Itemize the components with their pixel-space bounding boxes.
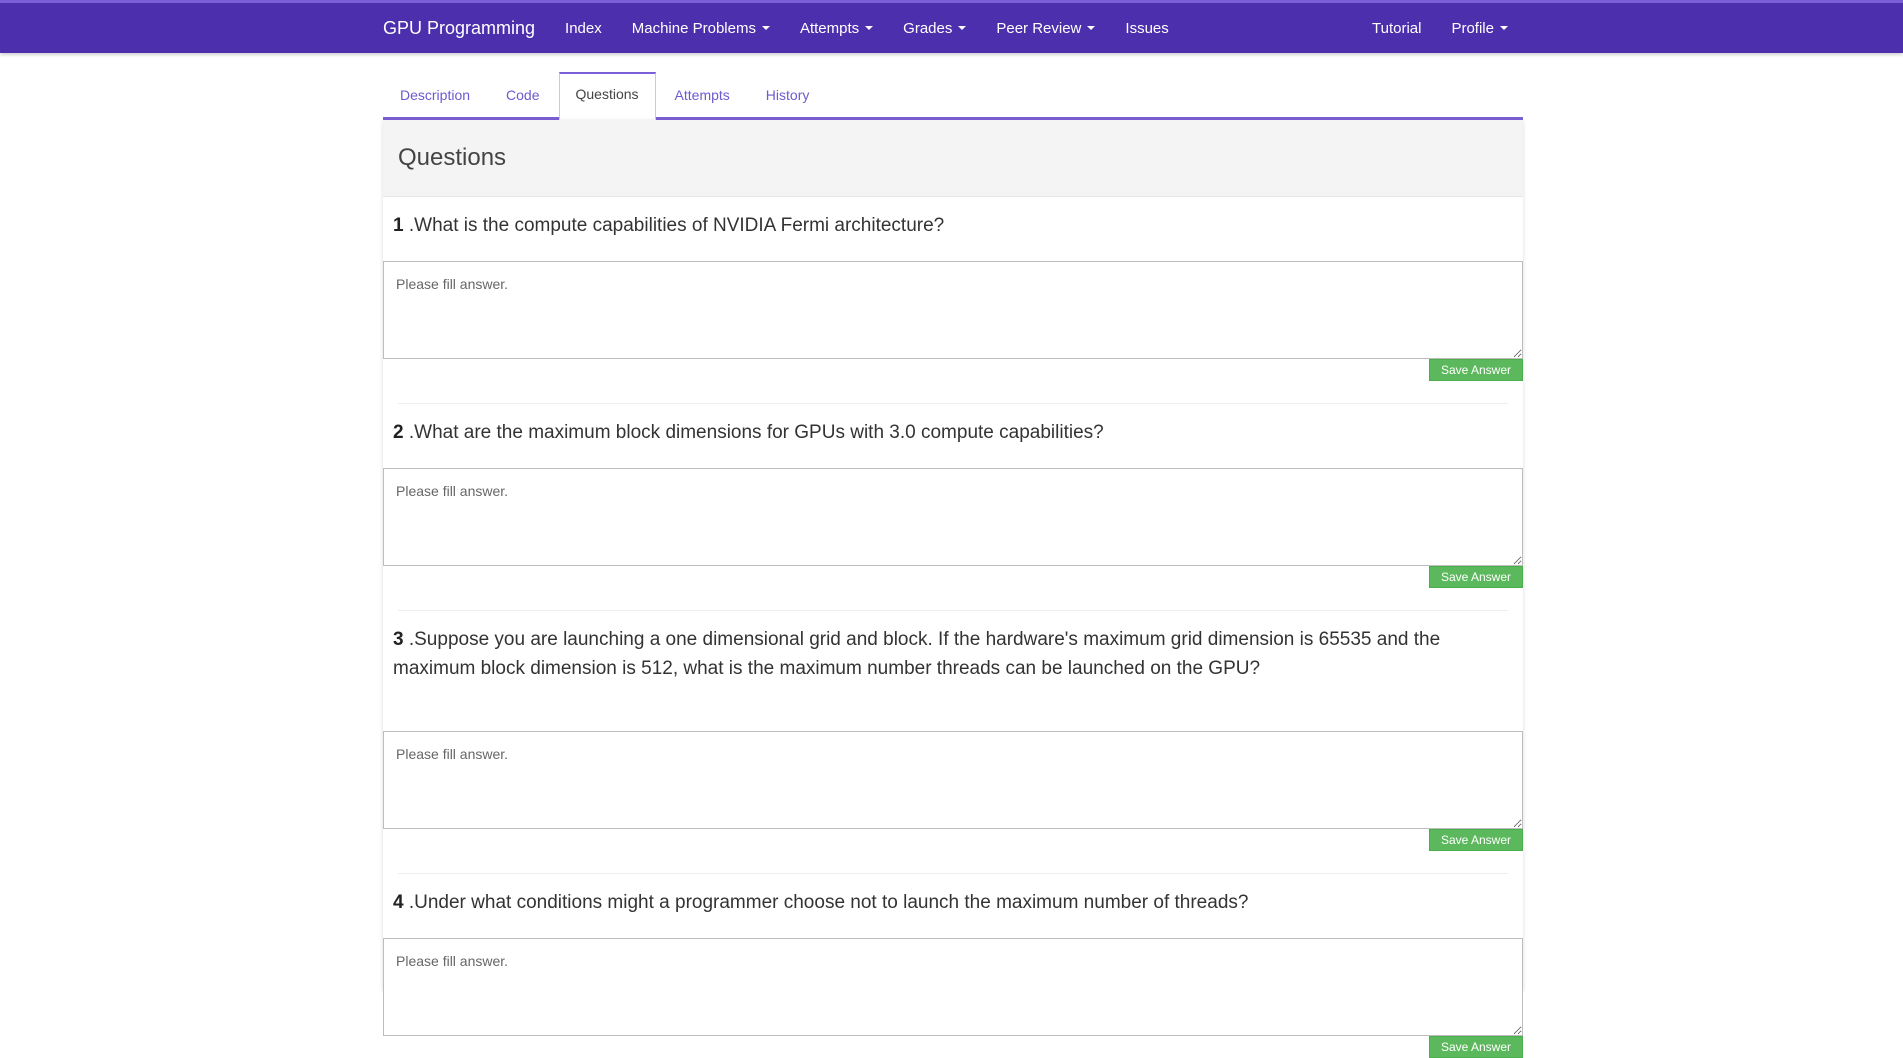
question-number: 1 [393,215,404,236]
nav-issues-label: Issues [1125,19,1169,37]
questions-panel: Questions 1 .What is the compute capabil… [383,120,1523,1058]
panel-title: Questions [398,144,507,171]
tab-history[interactable]: History [749,74,827,117]
question-3: 3 .Suppose you are launching a one dimen… [383,611,1523,874]
question-body: .What are the maximum block dimensions f… [403,422,1104,443]
caret-down-icon [1500,26,1508,30]
tab-attempts[interactable]: Attempts [658,74,747,117]
answer-textarea-1[interactable] [383,261,1523,359]
save-answer-button-3[interactable]: Save Answer [1428,829,1523,851]
question-4: 4 .Under what conditions might a program… [383,874,1523,1058]
question-2: 2 .What are the maximum block dimensions… [383,404,1523,611]
question-number: 2 [393,422,404,443]
nav-index-label: Index [565,19,602,37]
nav-profile[interactable]: Profile [1436,3,1523,53]
question-body: .What is the compute capabilities of NVI… [403,215,945,236]
save-row: Save Answer [383,1036,1523,1058]
brand-link[interactable]: GPU Programming [383,18,535,39]
nav-attempts-label: Attempts [799,19,860,37]
panel-heading: Questions [383,120,1523,197]
save-answer-button-4[interactable]: Save Answer [1428,1036,1523,1058]
save-answer-button-1[interactable]: Save Answer [1428,359,1523,381]
question-body: .Under what conditions might a programme… [403,892,1249,913]
tab-bar: Description Code Questions Attempts Hist… [383,72,1523,120]
question-text: 1 .What is the compute capabilities of N… [383,197,1483,261]
navbar-inner: GPU Programming Index Machine Problems A… [383,3,1523,53]
nav-grades[interactable]: Grades [888,3,981,53]
caret-down-icon [958,26,967,30]
caret-down-icon [761,26,770,30]
answer-textarea-2[interactable] [383,468,1523,566]
question-number: 4 [393,892,404,913]
tab-description[interactable]: Description [383,74,487,117]
answer-textarea-3[interactable] [383,731,1523,829]
question-1: 1 .What is the compute capabilities of N… [383,197,1523,404]
nav-peer-review[interactable]: Peer Review [981,3,1110,53]
caret-down-icon [1087,26,1096,30]
nav-attempts[interactable]: Attempts [785,3,888,53]
nav-index[interactable]: Index [550,3,617,53]
answer-textarea-4[interactable] [383,938,1523,1036]
nav-issues[interactable]: Issues [1110,3,1183,53]
question-body: .Suppose you are launching a one dimensi… [393,629,1441,679]
save-row: Save Answer [383,566,1523,588]
question-text: 2 .What are the maximum block dimensions… [383,404,1483,468]
save-row: Save Answer [383,359,1523,381]
tab-code[interactable]: Code [489,74,556,117]
nav-profile-label: Profile [1451,19,1494,37]
nav-tutorial[interactable]: Tutorial [1357,3,1436,53]
nav-machine-problems[interactable]: Machine Problems [617,3,785,53]
nav-grades-label: Grades [903,19,953,37]
nav-peer-review-label: Peer Review [996,19,1082,37]
nav-tutorial-label: Tutorial [1372,19,1422,37]
top-navbar: GPU Programming Index Machine Problems A… [0,0,1903,53]
save-answer-button-2[interactable]: Save Answer [1428,566,1523,588]
question-number: 3 [393,629,404,650]
caret-down-icon [865,26,874,30]
nav-machine-problems-label: Machine Problems [631,19,756,37]
save-row: Save Answer [383,829,1523,851]
tab-questions[interactable]: Questions [558,72,656,120]
question-text: 3 .Suppose you are launching a one dimen… [383,611,1483,731]
question-text: 4 .Under what conditions might a program… [383,874,1483,938]
navbar-right: Tutorial Profile [1357,3,1523,53]
